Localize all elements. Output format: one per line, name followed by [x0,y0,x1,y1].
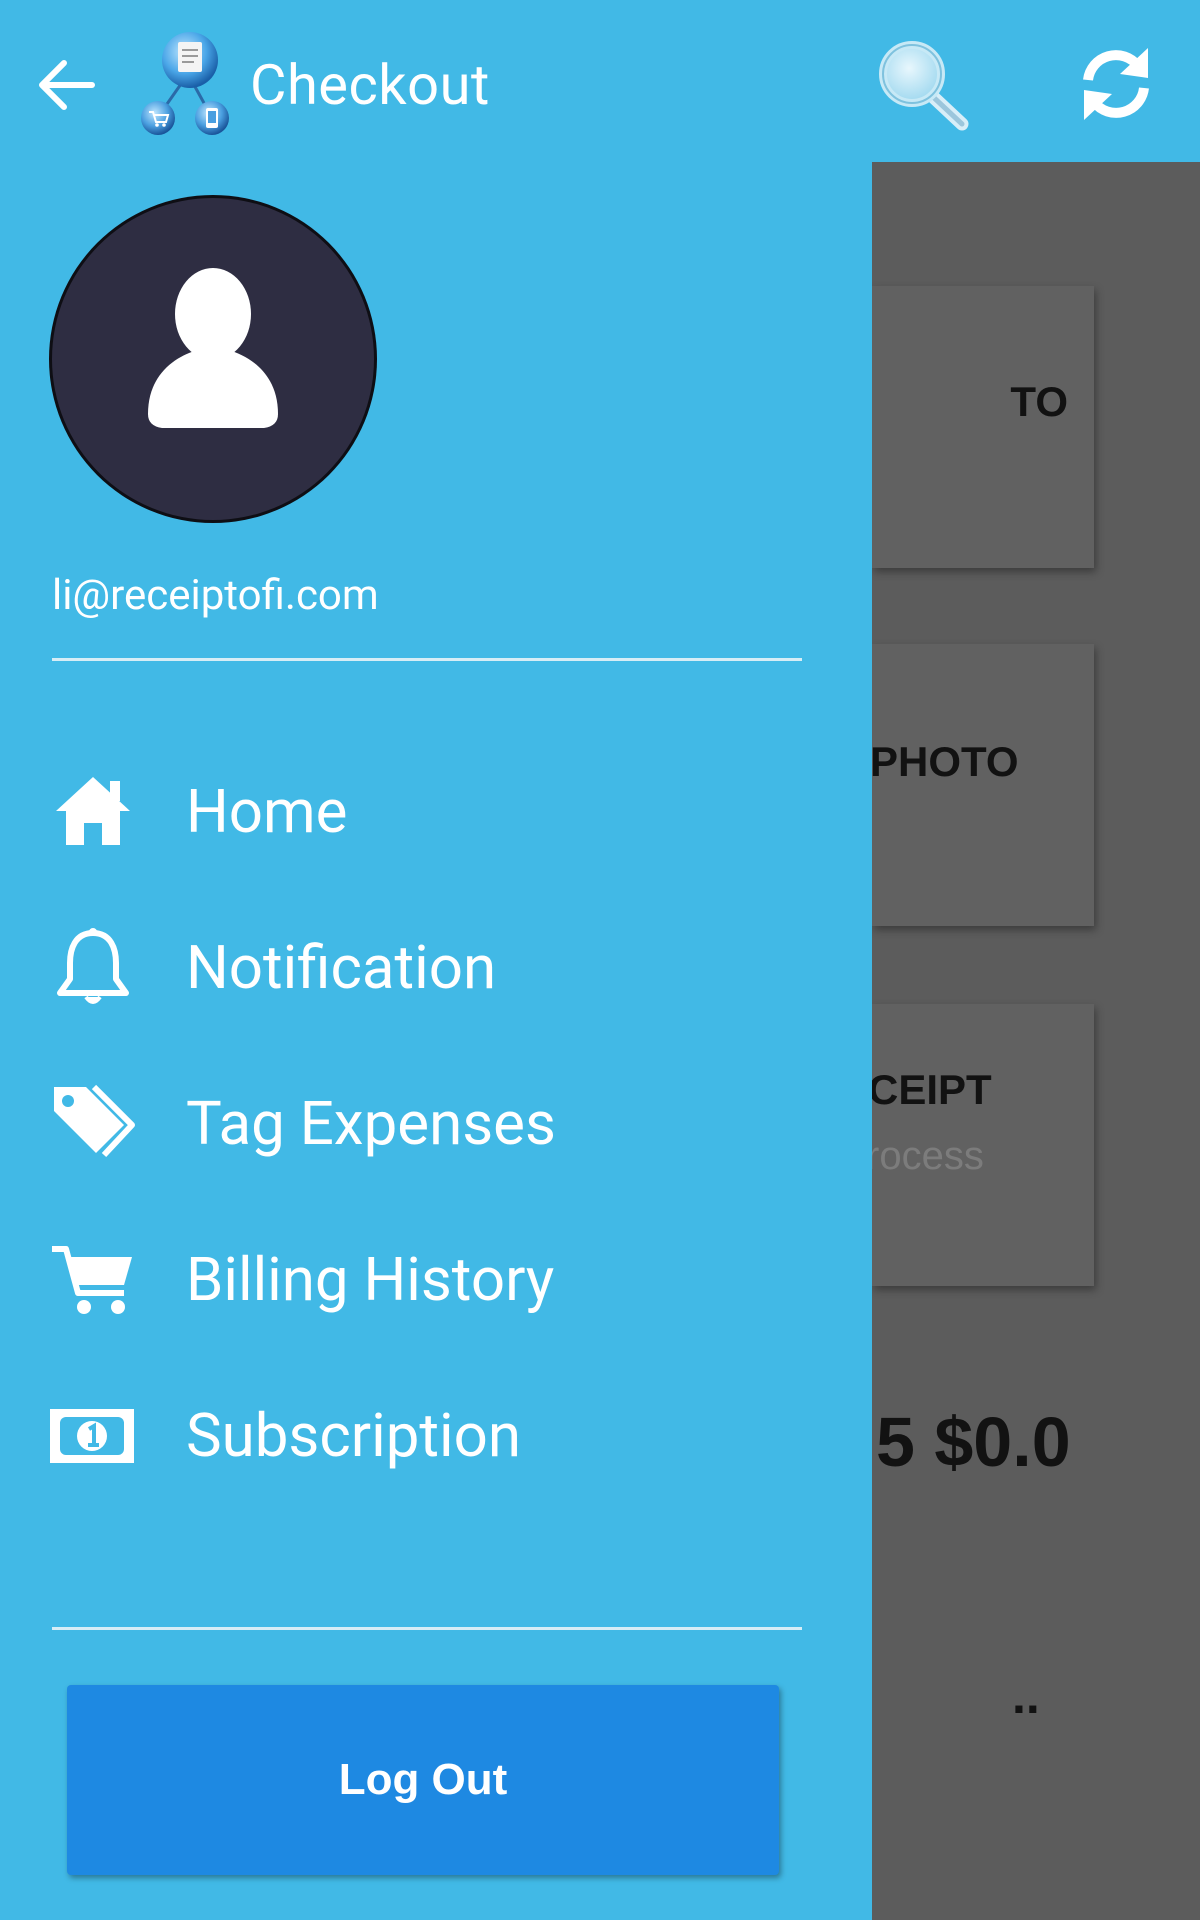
nav-label: Home [186,776,348,847]
search-icon [879,41,969,131]
back-button[interactable] [30,48,104,122]
logout-label: Log Out [338,1755,508,1804]
nav-label: Notification [186,932,497,1003]
nav-label: Billing History [186,1244,555,1315]
action-card: PHOTO [872,644,1094,926]
home-icon [48,767,138,857]
search-button[interactable] [872,36,978,136]
nav-label: Subscription [186,1400,521,1471]
receipt-app-logo-icon [141,32,229,135]
app-title: Checkout [250,52,490,118]
money-bill-icon [48,1391,138,1481]
nav-item-tag-expenses[interactable]: Tag Expenses [0,1049,872,1199]
action-card: CEIPT rocess [872,1004,1094,1286]
app-bar: Checkout [0,0,1200,162]
app-logo [138,28,240,138]
nav-item-billing-history[interactable]: Billing History [0,1205,872,1355]
user-avatar-icon [148,268,278,428]
refresh-button[interactable] [1076,44,1156,124]
card-title: CEIPT [872,1066,992,1113]
card-subtitle: rocess [872,1134,984,1178]
bell-icon [48,923,138,1013]
tag-icon [48,1079,138,1169]
user-email: li@receiptofi.com [52,571,379,620]
navigation-drawer: li@receiptofi.com Home Notification Tag … [0,162,872,1920]
nav-item-subscription[interactable]: Subscription [0,1361,872,1511]
amount-summary: 5 $0.0 [876,1403,1071,1481]
logout-button[interactable]: Log Out [67,1685,779,1875]
refresh-icon [1083,48,1149,120]
nav-item-home[interactable]: Home [0,737,872,887]
avatar[interactable] [52,198,374,520]
card-title: TO [1010,378,1068,425]
main-content-dimmed: TO PHOTO CEIPT rocess 5 $0.0 .. [872,162,1200,1920]
ellipsis-text: .. [1012,1668,1040,1724]
card-title: PHOTO [872,738,1019,785]
nav-label: Tag Expenses [186,1088,556,1159]
divider [52,1627,802,1630]
nav-item-notification[interactable]: Notification [0,893,872,1043]
cart-icon [48,1235,138,1325]
divider [52,658,802,661]
arrow-back-icon [39,60,95,110]
action-card: TO [872,286,1094,568]
